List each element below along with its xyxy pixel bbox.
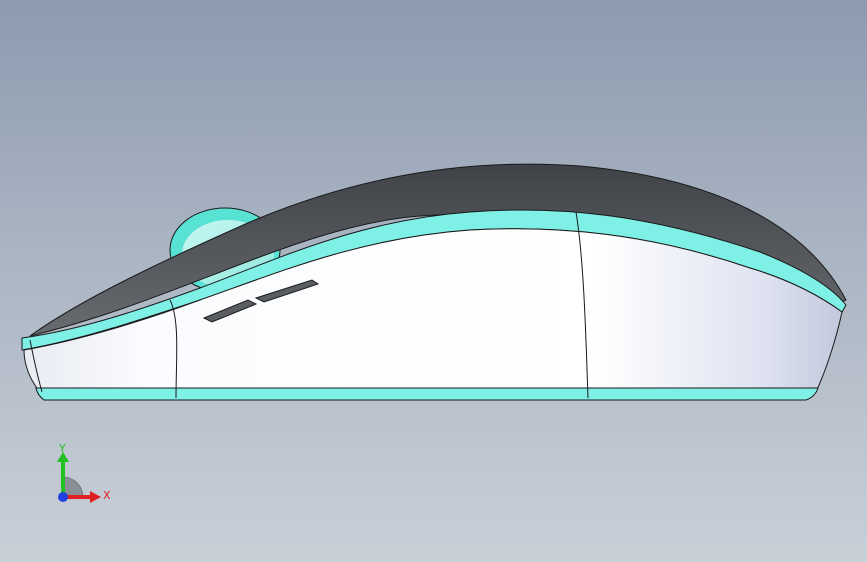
base-band (35, 387, 819, 401)
axis-triad: Y X (57, 442, 111, 503)
mouse-model[interactable] (0, 0, 867, 562)
y-axis-label: Y (58, 442, 66, 455)
graphics-viewport[interactable]: Y X (0, 0, 867, 562)
x-axis-arrow (90, 491, 101, 503)
x-axis-label: X (103, 489, 111, 502)
z-axis-dot (58, 492, 68, 502)
